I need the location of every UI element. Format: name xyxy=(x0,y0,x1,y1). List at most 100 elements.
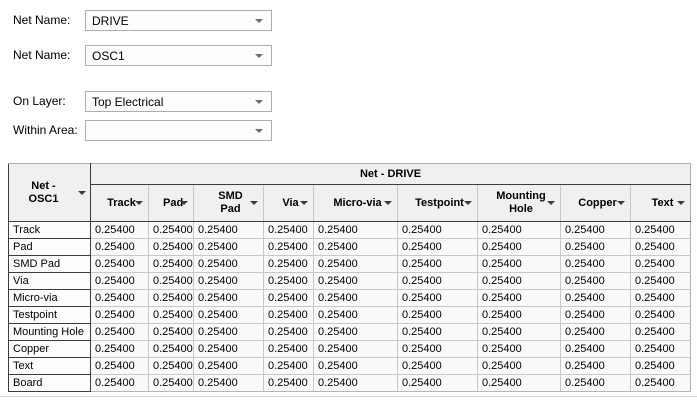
clearance-value-cell[interactable]: 0.25400 xyxy=(91,273,149,290)
clearance-value-cell[interactable]: 0.25400 xyxy=(194,290,264,307)
chevron-down-icon[interactable] xyxy=(677,201,685,205)
clearance-value-cell[interactable]: 0.25400 xyxy=(631,273,691,290)
clearance-value-cell[interactable]: 0.25400 xyxy=(194,256,264,273)
clearance-value-cell[interactable]: 0.25400 xyxy=(631,239,691,256)
clearance-value-cell[interactable]: 0.25400 xyxy=(478,256,561,273)
clearance-value-cell[interactable]: 0.25400 xyxy=(561,222,631,239)
clearance-value-cell[interactable]: 0.25400 xyxy=(631,256,691,273)
clearance-value-cell[interactable]: 0.25400 xyxy=(149,273,194,290)
clearance-value-cell[interactable]: 0.25400 xyxy=(398,273,478,290)
column-header-text[interactable]: Text xyxy=(631,185,691,222)
chevron-down-icon[interactable] xyxy=(300,201,308,205)
clearance-value-cell[interactable]: 0.25400 xyxy=(314,307,398,324)
net-name-2-combobox[interactable]: OSC1 xyxy=(85,45,272,66)
clearance-value-cell[interactable]: 0.25400 xyxy=(398,341,478,358)
column-header-smd-pad[interactable]: SMD Pad xyxy=(194,185,264,222)
clearance-value-cell[interactable]: 0.25400 xyxy=(314,324,398,341)
column-header-mounting-hole[interactable]: Mounting Hole xyxy=(478,185,561,222)
clearance-value-cell[interactable]: 0.25400 xyxy=(91,375,149,392)
clearance-value-cell[interactable]: 0.25400 xyxy=(314,341,398,358)
clearance-value-cell[interactable]: 0.25400 xyxy=(264,239,314,256)
clearance-value-cell[interactable]: 0.25400 xyxy=(478,375,561,392)
corner-header-net-osc1[interactable]: Net - OSC1 xyxy=(9,164,91,222)
clearance-value-cell[interactable]: 0.25400 xyxy=(478,290,561,307)
clearance-value-cell[interactable]: 0.25400 xyxy=(91,222,149,239)
chevron-down-icon[interactable] xyxy=(255,100,263,104)
clearance-value-cell[interactable]: 0.25400 xyxy=(149,375,194,392)
clearance-value-cell[interactable]: 0.25400 xyxy=(91,358,149,375)
clearance-value-cell[interactable]: 0.25400 xyxy=(561,375,631,392)
clearance-value-cell[interactable]: 0.25400 xyxy=(398,375,478,392)
chevron-down-icon[interactable] xyxy=(135,201,143,205)
clearance-value-cell[interactable]: 0.25400 xyxy=(631,222,691,239)
clearance-value-cell[interactable]: 0.25400 xyxy=(478,273,561,290)
clearance-value-cell[interactable]: 0.25400 xyxy=(398,307,478,324)
clearance-value-cell[interactable]: 0.25400 xyxy=(149,256,194,273)
clearance-value-cell[interactable]: 0.25400 xyxy=(194,239,264,256)
clearance-value-cell[interactable]: 0.25400 xyxy=(149,324,194,341)
clearance-value-cell[interactable]: 0.25400 xyxy=(314,375,398,392)
column-header-pad[interactable]: Pad xyxy=(149,185,194,222)
clearance-value-cell[interactable]: 0.25400 xyxy=(264,375,314,392)
clearance-value-cell[interactable]: 0.25400 xyxy=(91,341,149,358)
within-area-combobox[interactable] xyxy=(85,120,272,141)
chevron-down-icon[interactable] xyxy=(255,19,263,23)
clearance-value-cell[interactable]: 0.25400 xyxy=(194,324,264,341)
clearance-value-cell[interactable]: 0.25400 xyxy=(264,358,314,375)
clearance-value-cell[interactable]: 0.25400 xyxy=(478,307,561,324)
on-layer-combobox[interactable]: Top Electrical xyxy=(85,91,272,112)
chevron-down-icon[interactable] xyxy=(78,191,86,195)
clearance-value-cell[interactable]: 0.25400 xyxy=(194,341,264,358)
chevron-down-icon[interactable] xyxy=(255,129,263,133)
clearance-value-cell[interactable]: 0.25400 xyxy=(478,324,561,341)
clearance-value-cell[interactable]: 0.25400 xyxy=(149,290,194,307)
clearance-value-cell[interactable]: 0.25400 xyxy=(264,256,314,273)
clearance-value-cell[interactable]: 0.25400 xyxy=(631,341,691,358)
clearance-value-cell[interactable]: 0.25400 xyxy=(314,273,398,290)
clearance-value-cell[interactable]: 0.25400 xyxy=(561,290,631,307)
net-name-1-combobox[interactable]: DRIVE xyxy=(85,10,272,31)
column-header-copper[interactable]: Copper xyxy=(561,185,631,222)
column-header-micro-via[interactable]: Micro-via xyxy=(314,185,398,222)
clearance-value-cell[interactable]: 0.25400 xyxy=(478,239,561,256)
clearance-value-cell[interactable]: 0.25400 xyxy=(194,307,264,324)
clearance-value-cell[interactable]: 0.25400 xyxy=(631,358,691,375)
clearance-value-cell[interactable]: 0.25400 xyxy=(398,324,478,341)
clearance-value-cell[interactable]: 0.25400 xyxy=(149,222,194,239)
chevron-down-icon[interactable] xyxy=(180,201,188,205)
clearance-value-cell[interactable]: 0.25400 xyxy=(561,256,631,273)
clearance-value-cell[interactable]: 0.25400 xyxy=(561,239,631,256)
clearance-value-cell[interactable]: 0.25400 xyxy=(398,290,478,307)
clearance-value-cell[interactable]: 0.25400 xyxy=(398,239,478,256)
clearance-value-cell[interactable]: 0.25400 xyxy=(561,324,631,341)
column-header-track[interactable]: Track xyxy=(91,185,149,222)
clearance-value-cell[interactable]: 0.25400 xyxy=(194,222,264,239)
clearance-value-cell[interactable]: 0.25400 xyxy=(314,239,398,256)
clearance-value-cell[interactable]: 0.25400 xyxy=(561,341,631,358)
clearance-value-cell[interactable]: 0.25400 xyxy=(314,358,398,375)
clearance-value-cell[interactable]: 0.25400 xyxy=(631,307,691,324)
clearance-value-cell[interactable]: 0.25400 xyxy=(91,256,149,273)
clearance-value-cell[interactable]: 0.25400 xyxy=(194,273,264,290)
clearance-value-cell[interactable]: 0.25400 xyxy=(149,341,194,358)
chevron-down-icon[interactable] xyxy=(464,201,472,205)
chevron-down-icon[interactable] xyxy=(617,201,625,205)
clearance-value-cell[interactable]: 0.25400 xyxy=(631,324,691,341)
clearance-value-cell[interactable]: 0.25400 xyxy=(478,222,561,239)
clearance-value-cell[interactable]: 0.25400 xyxy=(314,290,398,307)
clearance-value-cell[interactable]: 0.25400 xyxy=(194,358,264,375)
clearance-value-cell[interactable]: 0.25400 xyxy=(398,256,478,273)
clearance-value-cell[interactable]: 0.25400 xyxy=(91,290,149,307)
clearance-value-cell[interactable]: 0.25400 xyxy=(264,324,314,341)
chevron-down-icon[interactable] xyxy=(255,54,263,58)
clearance-value-cell[interactable]: 0.25400 xyxy=(264,222,314,239)
clearance-value-cell[interactable]: 0.25400 xyxy=(91,307,149,324)
clearance-value-cell[interactable]: 0.25400 xyxy=(478,358,561,375)
column-header-testpoint[interactable]: Testpoint xyxy=(398,185,478,222)
chevron-down-icon[interactable] xyxy=(384,201,392,205)
clearance-value-cell[interactable]: 0.25400 xyxy=(631,375,691,392)
clearance-value-cell[interactable]: 0.25400 xyxy=(264,273,314,290)
clearance-value-cell[interactable]: 0.25400 xyxy=(478,341,561,358)
clearance-value-cell[interactable]: 0.25400 xyxy=(314,256,398,273)
clearance-value-cell[interactable]: 0.25400 xyxy=(264,307,314,324)
